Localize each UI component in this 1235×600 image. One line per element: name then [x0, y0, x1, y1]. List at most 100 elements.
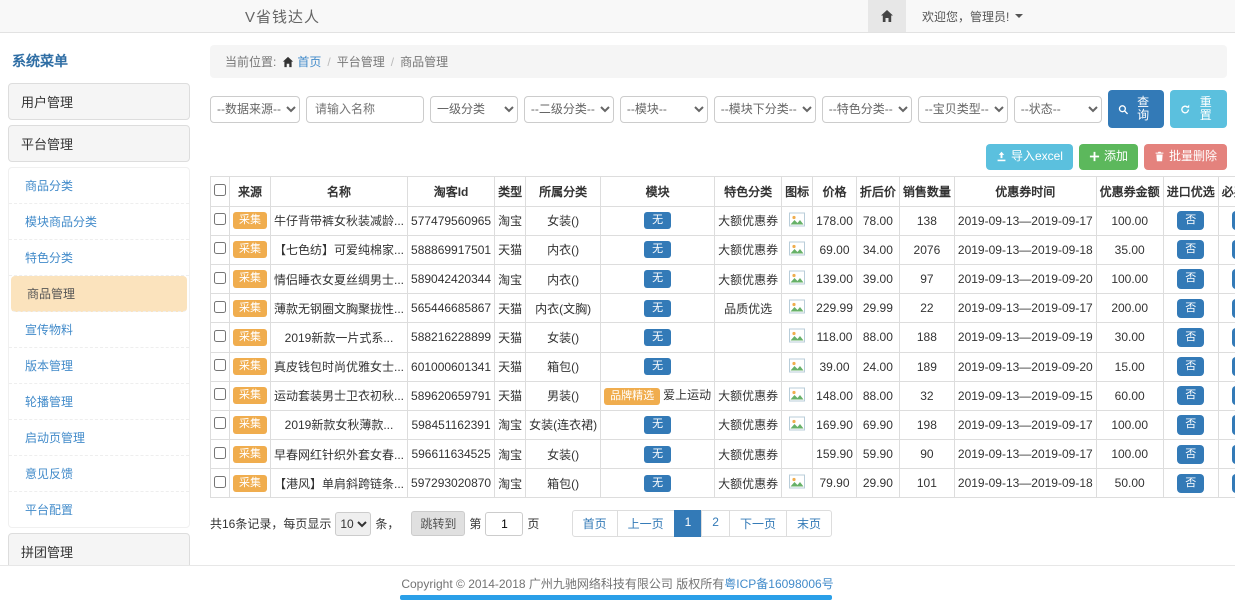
filter-select[interactable]: --宝贝类型-- [918, 96, 1008, 123]
column-header: 名称 [271, 176, 408, 206]
page-first-button[interactable]: 首页 [572, 510, 618, 537]
discount-price: 29.99 [856, 294, 899, 323]
product-name: 情侣睡衣女夏丝绸男士... [271, 264, 408, 293]
home-button[interactable] [868, 0, 906, 32]
coupon-amount: 15.00 [1096, 352, 1163, 381]
select-all-checkbox[interactable] [214, 184, 226, 196]
import-select-toggle[interactable]: 否 [1177, 474, 1204, 493]
jump-button[interactable]: 跳转到 [411, 511, 465, 536]
sidebar-menu-item[interactable]: 用户管理 [8, 83, 190, 120]
sidebar-submenu-item[interactable]: 宣传物料 [9, 312, 189, 348]
import-excel-button[interactable]: 导入excel [986, 144, 1073, 169]
import-select-toggle[interactable]: 否 [1177, 445, 1204, 464]
coupon-amount: 50.00 [1096, 469, 1163, 498]
sidebar-submenu-item[interactable]: 平台配置 [9, 492, 189, 527]
user-menu[interactable]: 欢迎您，管理员! [922, 8, 1023, 25]
import-select-toggle[interactable]: 否 [1177, 211, 1204, 230]
import-select-toggle[interactable]: 否 [1177, 299, 1204, 318]
coupon-amount: 35.00 [1096, 235, 1163, 264]
must-buy-toggle-cell: 否 [1218, 206, 1235, 235]
page-number-button[interactable]: 2 [701, 510, 730, 537]
import-select-toggle[interactable]: 否 [1177, 415, 1204, 434]
sidebar-menu-item[interactable]: 拼团管理 [8, 533, 190, 565]
icon-cell [782, 440, 813, 469]
icon-cell [782, 235, 813, 264]
row-checkbox-cell [211, 440, 230, 469]
import-select-toggle[interactable]: 否 [1177, 269, 1204, 288]
import-select-toggle[interactable]: 否 [1177, 357, 1204, 376]
filter-select[interactable]: --二级分类-- [524, 96, 614, 123]
source-cell: 采集 [230, 294, 271, 323]
sidebar-submenu-item[interactable]: 商品管理 [11, 276, 187, 312]
platform-type: 天猫 [495, 235, 526, 264]
sidebar-submenu-item[interactable]: 版本管理 [9, 348, 189, 384]
per-page-select[interactable]: 10 [335, 512, 371, 536]
batch-delete-label: 批量删除 [1169, 150, 1217, 163]
page-number-button[interactable]: 1 [674, 510, 703, 537]
import-select-toggle[interactable]: 否 [1177, 386, 1204, 405]
sales-count: 22 [899, 294, 954, 323]
page-prev-button[interactable]: 上一页 [617, 510, 675, 537]
add-button[interactable]: 添加 [1079, 144, 1138, 169]
reset-button[interactable]: 重置 [1170, 90, 1227, 128]
module-badge: 无 [644, 270, 671, 287]
image-icon [789, 358, 805, 373]
row-checkbox[interactable] [214, 242, 226, 254]
row-checkbox-cell [211, 206, 230, 235]
sidebar-submenu-item[interactable]: 轮播管理 [9, 384, 189, 420]
platform-type: 淘宝 [495, 469, 526, 498]
sidebar-menu-item[interactable]: 平台管理 [8, 125, 190, 162]
sidebar-submenu-item[interactable]: 启动页管理 [9, 420, 189, 456]
row-checkbox[interactable] [214, 330, 226, 342]
row-checkbox[interactable] [214, 388, 226, 400]
filter-select[interactable]: --模块-- [620, 96, 708, 123]
filter-select[interactable]: --模块下分类-- [714, 96, 816, 123]
filter-select[interactable]: --状态-- [1014, 96, 1102, 123]
sidebar-submenu-item[interactable]: 意见反馈 [9, 456, 189, 492]
product-name: 2019新款女秋薄款... [271, 410, 408, 439]
pagination-summary: 共16条记录，每页显示 10 条， 跳转到 第 页 [210, 511, 539, 536]
image-icon [789, 212, 805, 227]
sidebar-submenu-item[interactable]: 特色分类 [9, 240, 189, 276]
row-checkbox[interactable] [214, 476, 226, 488]
page-next-button[interactable]: 下一页 [729, 510, 787, 537]
sidebar-submenu-item[interactable]: 模块商品分类 [9, 204, 189, 240]
icon-cell [782, 323, 813, 352]
row-checkbox[interactable] [214, 359, 226, 371]
row-checkbox[interactable] [214, 213, 226, 225]
sales-count: 138 [899, 206, 954, 235]
image-icon [789, 416, 805, 431]
row-checkbox[interactable] [214, 447, 226, 459]
row-checkbox[interactable] [214, 301, 226, 313]
taoke-id: 588869917501 [408, 235, 495, 264]
price: 39.00 [813, 352, 857, 381]
icp-link[interactable]: 粤ICP备16098006号 [724, 575, 833, 592]
table-row: 采集早春网红针织外套女春...596611634525淘宝女装()无大额优惠券1… [211, 440, 1235, 469]
search-button[interactable]: 查询 [1108, 90, 1165, 128]
category: 女装() [526, 206, 601, 235]
import-select-toggle[interactable]: 否 [1177, 240, 1204, 259]
source-cell: 采集 [230, 410, 271, 439]
horizontal-scrollbar-thumb[interactable] [400, 595, 832, 600]
discount-price: 29.90 [856, 469, 899, 498]
breadcrumb-home-link[interactable]: 首页 [282, 53, 321, 70]
add-button-label: 添加 [1104, 150, 1128, 163]
coupon-amount: 100.00 [1096, 264, 1163, 293]
feature-category: 大额优惠券 [715, 206, 782, 235]
image-icon [789, 387, 805, 402]
sidebar-submenu-item[interactable]: 商品分类 [9, 168, 189, 204]
batch-delete-button[interactable]: 批量删除 [1144, 144, 1227, 169]
filter-select[interactable]: 一级分类 [430, 96, 518, 123]
image-icon [789, 328, 805, 343]
jump-page-input[interactable] [485, 512, 523, 536]
import-select-toggle[interactable]: 否 [1177, 328, 1204, 347]
price: 139.00 [813, 264, 857, 293]
breadcrumb-item: 商品管理 [400, 53, 448, 70]
page-last-button[interactable]: 末页 [786, 510, 832, 537]
filter-select[interactable]: --特色分类-- [822, 96, 912, 123]
name-search-input[interactable] [306, 96, 424, 123]
filter-select[interactable]: --数据来源-- [210, 96, 300, 123]
row-checkbox[interactable] [214, 272, 226, 284]
source-badge: 采集 [233, 446, 267, 463]
row-checkbox[interactable] [214, 417, 226, 429]
